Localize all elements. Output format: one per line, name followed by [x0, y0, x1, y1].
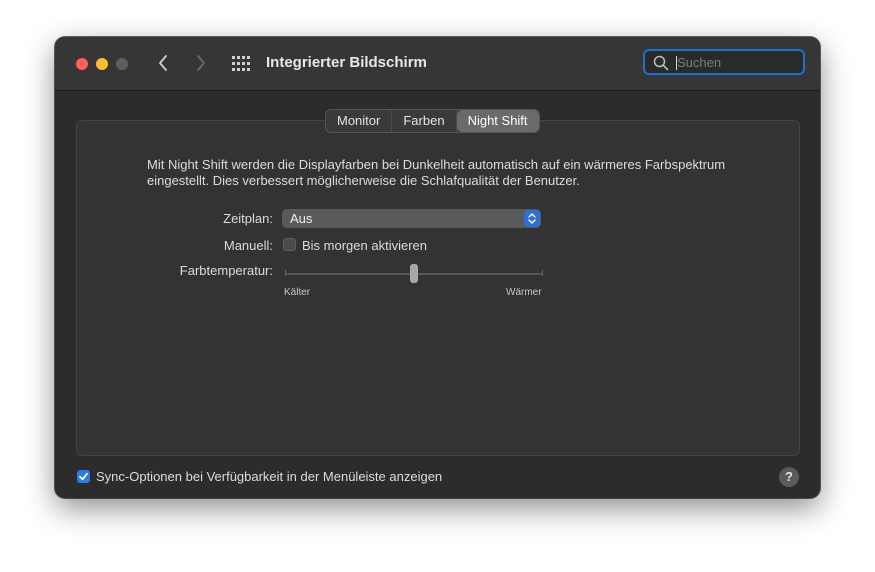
manual-label: Manuell:	[223, 238, 273, 253]
back-button[interactable]	[154, 52, 174, 74]
tab-farben[interactable]: Farben	[392, 110, 457, 132]
schedule-select[interactable]: Aus	[282, 209, 541, 228]
sync-checkbox-label[interactable]: Sync-Optionen bei Verfügbarkeit in der M…	[96, 469, 442, 484]
temperature-max-label: Wärmer	[506, 287, 542, 298]
sync-checkbox[interactable]	[77, 470, 90, 483]
temperature-label: Farbtemperatur:	[179, 263, 273, 278]
preferences-window: Integrierter Bildschirm Monitor Farben N…	[55, 37, 820, 498]
slider-tick-min	[285, 270, 286, 276]
chevron-left-icon	[159, 55, 167, 71]
title-bar: Integrierter Bildschirm	[55, 37, 820, 91]
schedule-label: Zeitplan:	[223, 211, 273, 226]
tab-bar: Monitor Farben Night Shift	[325, 109, 540, 133]
magnifier-icon	[653, 55, 669, 71]
show-all-button[interactable]	[232, 56, 250, 71]
zoom-button[interactable]	[116, 58, 128, 70]
minimize-button[interactable]	[96, 58, 108, 70]
help-button[interactable]: ?	[779, 467, 799, 487]
select-arrows-icon	[524, 210, 540, 227]
search-field[interactable]	[643, 49, 805, 75]
manual-checkbox[interactable]	[283, 238, 296, 251]
tab-monitor[interactable]: Monitor	[326, 110, 393, 132]
schedule-value: Aus	[290, 211, 313, 226]
checkmark-icon	[79, 472, 88, 481]
temperature-slider-knob[interactable]	[410, 264, 418, 283]
search-input[interactable]	[677, 53, 797, 71]
slider-tick-max	[542, 270, 543, 276]
close-button[interactable]	[76, 58, 88, 70]
chevron-right-icon	[197, 55, 205, 71]
night-shift-description: Mit Night Shift werden die Displayfarben…	[147, 157, 726, 188]
temperature-min-label: Kälter	[284, 287, 311, 298]
window-title: Integrierter Bildschirm	[266, 54, 427, 71]
grid-icon	[232, 56, 250, 71]
manual-checkbox-label[interactable]: Bis morgen aktivieren	[302, 238, 427, 253]
forward-button[interactable]	[191, 52, 211, 74]
tab-night-shift[interactable]: Night Shift	[456, 110, 539, 132]
